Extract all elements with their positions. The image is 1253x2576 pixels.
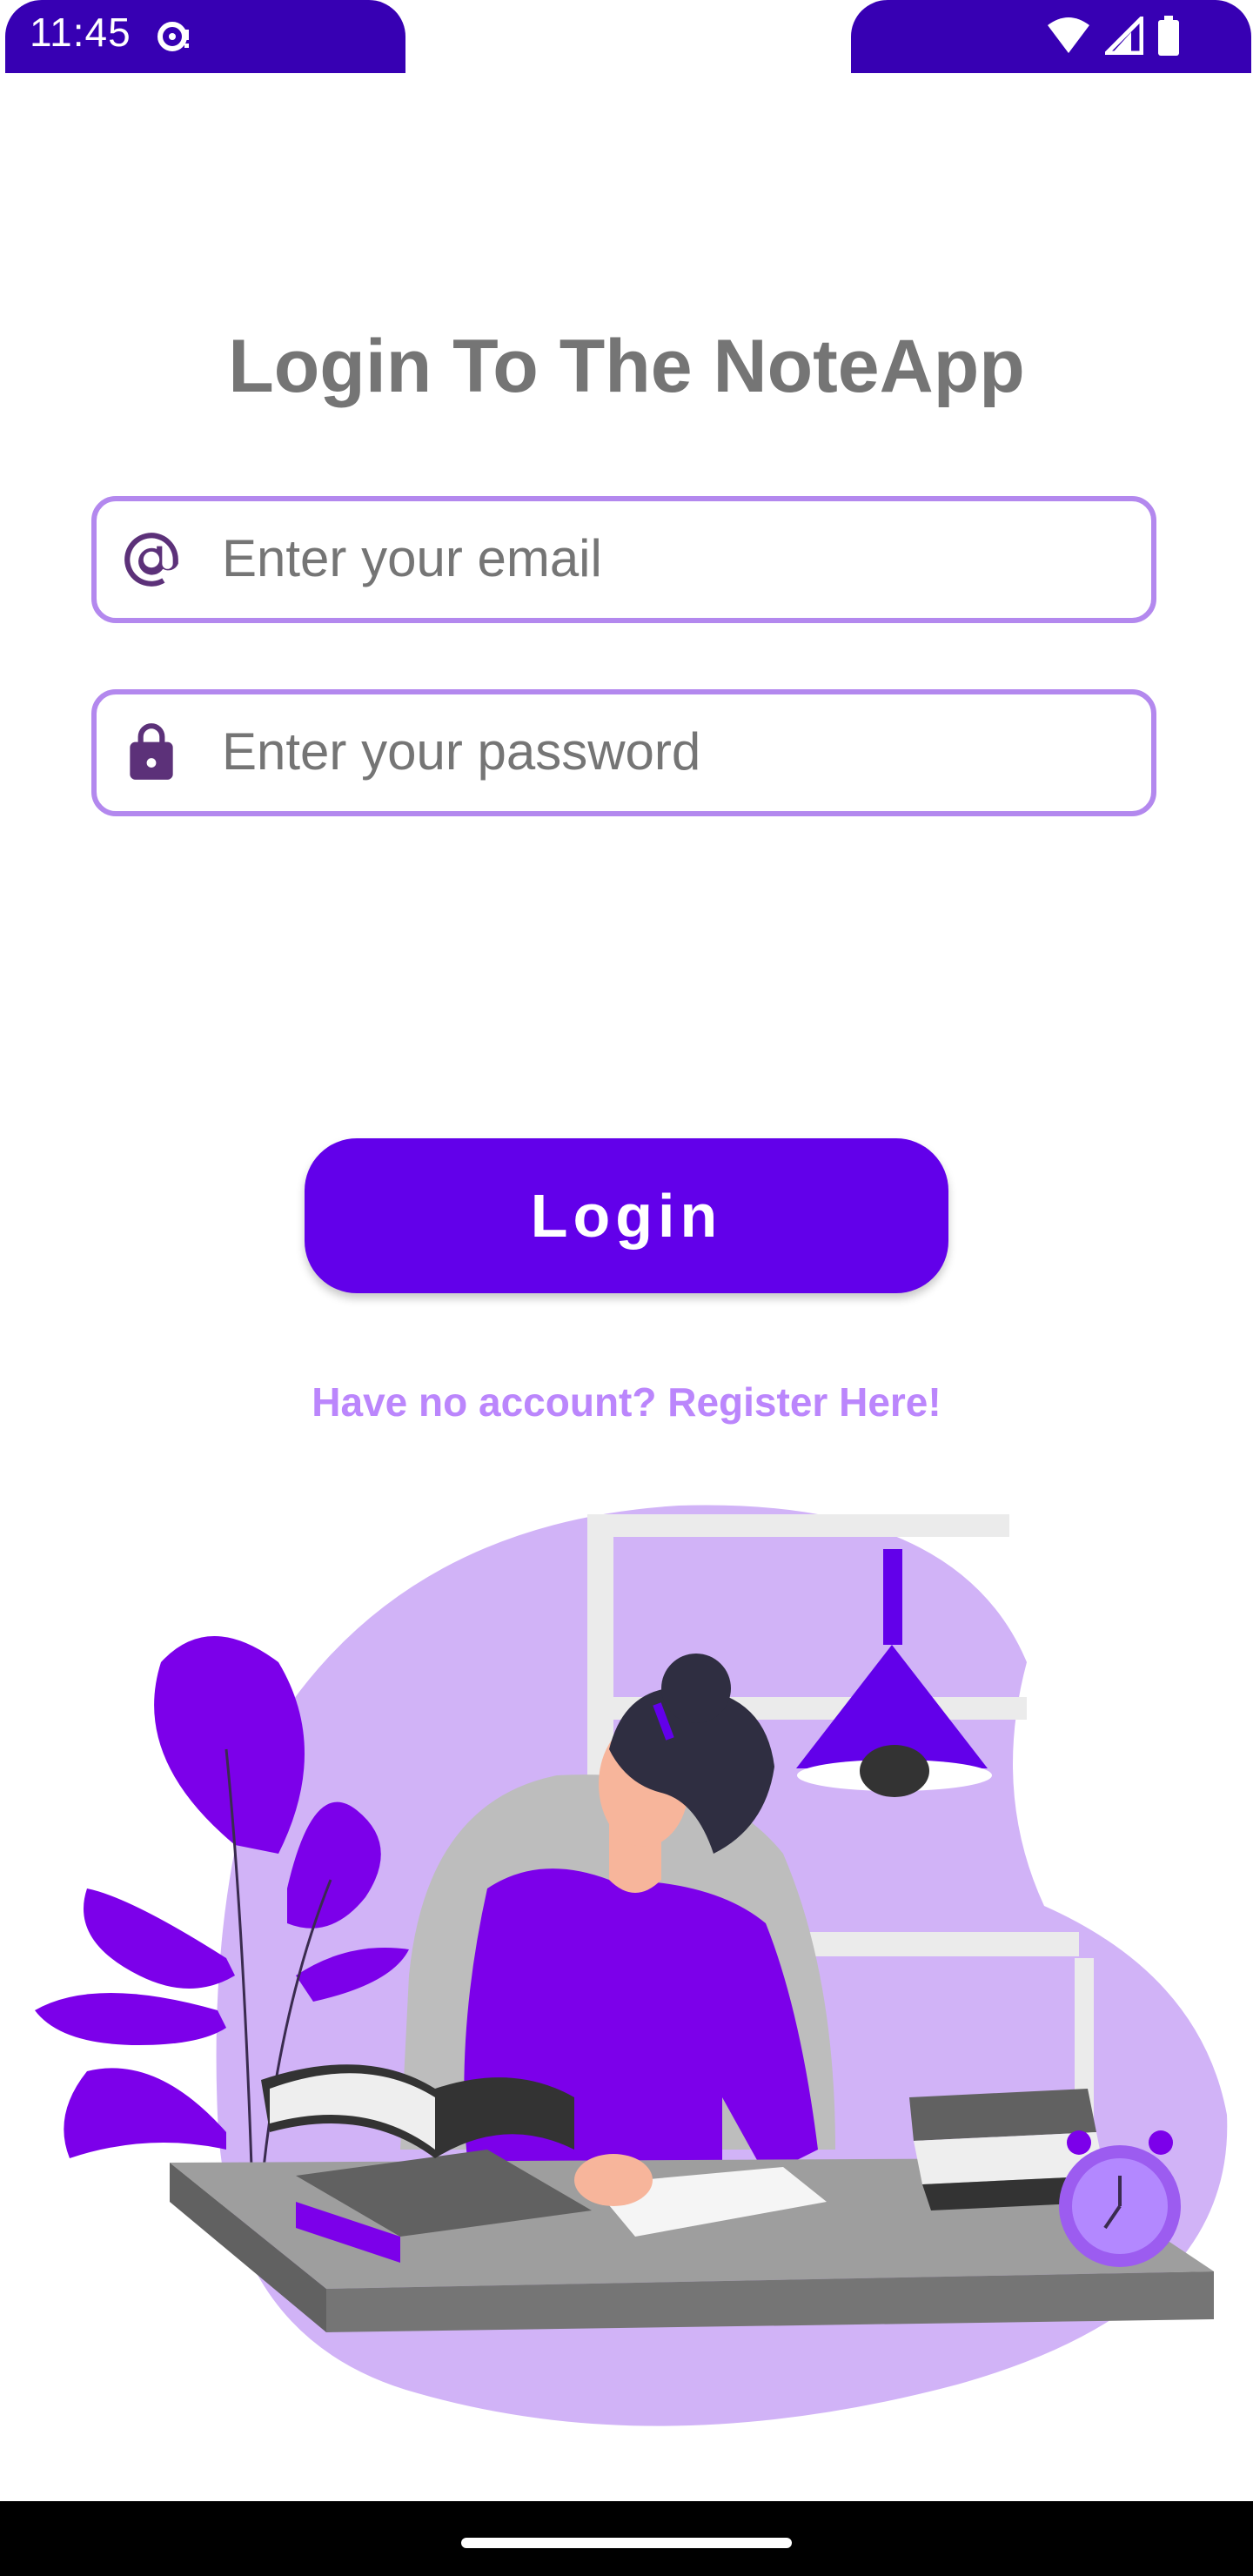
alarm-clock-illustration	[1059, 2130, 1181, 2267]
register-link[interactable]: Have no account? Register Here!	[0, 1379, 1253, 1426]
home-gesture-handle[interactable]	[461, 2538, 792, 2548]
email-input[interactable]	[222, 519, 1127, 597]
status-bar-right	[851, 0, 1251, 73]
hands	[574, 2154, 653, 2206]
at-sign-icon	[124, 533, 178, 587]
lock-icon	[130, 723, 173, 780]
sync-icon	[157, 22, 189, 51]
email-field[interactable]	[91, 496, 1156, 623]
status-time: 11:45	[30, 10, 131, 55]
login-button[interactable]: Login	[305, 1138, 948, 1293]
password-field[interactable]	[91, 689, 1156, 816]
wifi-icon	[1048, 17, 1089, 53]
battery-icon	[1158, 16, 1179, 56]
page-title: Login To The NoteApp	[228, 325, 1025, 408]
status-bar-left: 11:45	[5, 0, 405, 73]
password-input[interactable]	[222, 712, 1127, 790]
cell-signal-icon	[1105, 17, 1143, 55]
studying-illustration	[35, 1505, 1228, 2426]
